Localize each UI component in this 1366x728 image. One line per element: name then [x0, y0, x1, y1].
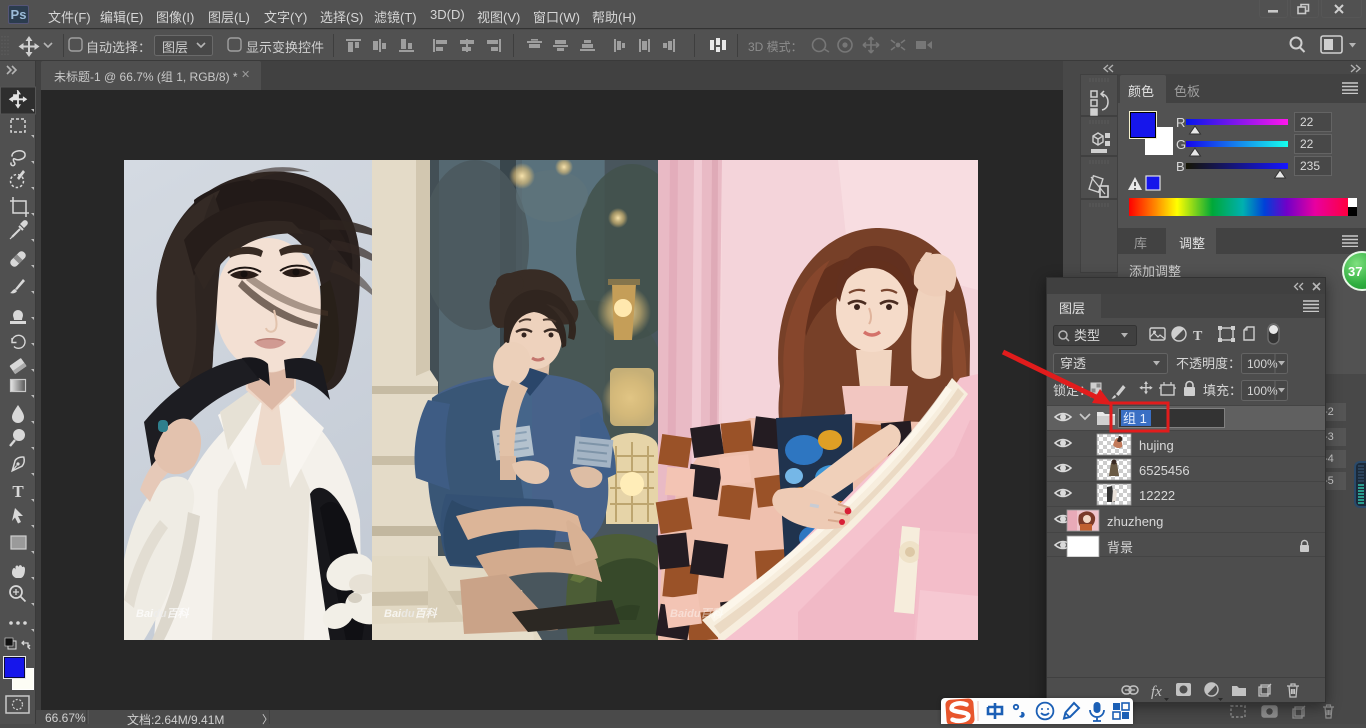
- svg-text:G: G: [1176, 137, 1186, 152]
- svg-text:6525456: 6525456: [1139, 463, 1190, 478]
- svg-text:填充：: 填充：: [1203, 383, 1242, 398]
- svg-text:Baidu百科: Baidu百科: [384, 607, 438, 620]
- svg-text:fx: fx: [1151, 684, 1162, 700]
- svg-text:22: 22: [1300, 115, 1314, 129]
- svg-text:T: T: [12, 482, 24, 501]
- svg-text:R: R: [1176, 115, 1185, 130]
- svg-text:背景: 背景: [1107, 540, 1133, 555]
- svg-text:100%: 100%: [1247, 357, 1278, 371]
- svg-text:22: 22: [1300, 137, 1314, 151]
- svg-text:12222: 12222: [1139, 488, 1175, 503]
- svg-text:B: B: [1176, 159, 1185, 174]
- svg-text:235: 235: [1300, 159, 1320, 173]
- svg-text:T: T: [1193, 329, 1203, 344]
- svg-text:zhuzheng: zhuzheng: [1107, 514, 1163, 529]
- svg-text:Baidu百科: Baidu百科: [136, 607, 190, 620]
- svg-text:100%: 100%: [1247, 384, 1278, 398]
- svg-text:Baidu百科: Baidu百科: [670, 607, 724, 620]
